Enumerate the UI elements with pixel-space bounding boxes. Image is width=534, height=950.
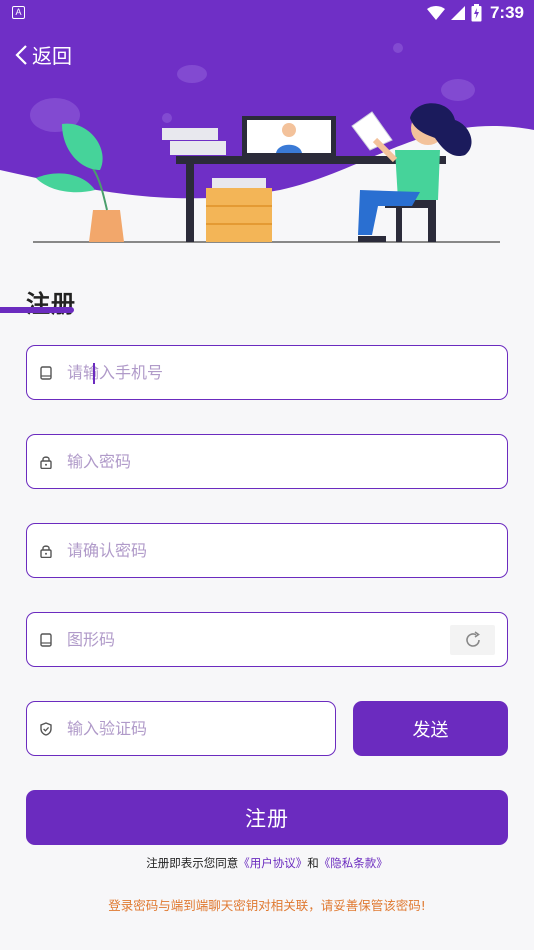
confirm-password-input[interactable] (67, 524, 507, 577)
agreement-and: 和 (307, 856, 319, 870)
phone-icon (39, 365, 53, 380)
header-banner (0, 0, 534, 250)
cell-signal-icon (450, 6, 465, 20)
agreement-prefix: 注册即表示您同意 (146, 856, 239, 870)
lock-icon (39, 544, 53, 558)
phone-input[interactable] (67, 346, 507, 399)
status-time: 7:39 (489, 3, 524, 22)
phone-field[interactable] (26, 345, 508, 400)
back-button[interactable]: 返回 (14, 40, 72, 69)
status-bar: A 7:39 (0, 0, 534, 26)
person-at-desk-illustration (0, 0, 534, 250)
password-input[interactable] (67, 435, 507, 488)
send-code-button[interactable]: 发送 (353, 701, 508, 756)
text-caret (93, 363, 95, 384)
shield-check-icon (39, 721, 53, 736)
title-area: 注册 (26, 284, 76, 319)
title-underline (0, 307, 74, 313)
password-field[interactable] (26, 434, 508, 489)
wifi-icon (426, 6, 445, 20)
page-title: 注册 (26, 290, 76, 318)
back-label: 返回 (32, 44, 72, 68)
captcha-field[interactable] (26, 612, 508, 667)
confirm-password-field[interactable] (26, 523, 508, 578)
privacy-link[interactable]: 《隐私条款》 (319, 856, 388, 870)
refresh-icon (465, 631, 480, 647)
app-notification-icon: A (12, 6, 25, 19)
chevron-left-icon (15, 44, 27, 65)
register-button[interactable]: 注册 (26, 790, 508, 845)
sms-code-field[interactable] (26, 701, 336, 756)
captcha-refresh-button[interactable] (450, 625, 495, 655)
battery-charging-icon (471, 4, 482, 22)
sms-code-input[interactable] (67, 702, 335, 755)
password-warning: 登录密码与端到端聊天密钥对相关联，请妥善保管该密码! (108, 898, 426, 913)
phone-icon (39, 632, 53, 647)
captcha-input[interactable] (67, 613, 507, 666)
user-agreement-link[interactable]: 《用户协议》 (238, 856, 307, 870)
agreement-text: 注册即表示您同意《用户协议》和《隐私条款》 (0, 855, 534, 871)
lock-icon (39, 455, 53, 469)
